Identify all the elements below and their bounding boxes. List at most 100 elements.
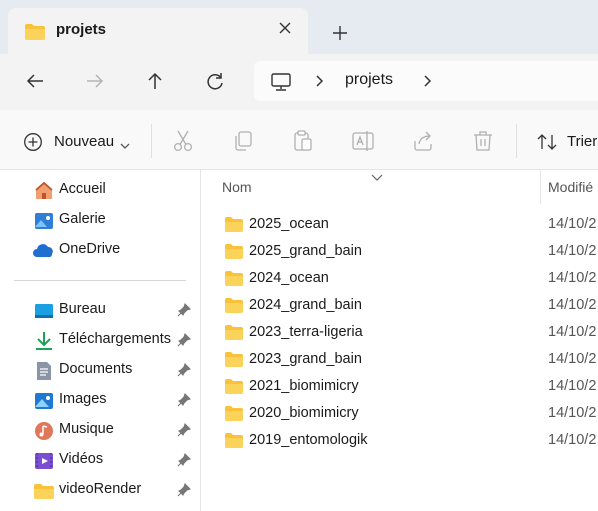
folder-icon (224, 405, 244, 427)
file-name: 2023_grand_bain (249, 351, 362, 367)
pin-icon[interactable] (177, 332, 192, 351)
sidebar-label: Musique (59, 421, 114, 437)
refresh-button[interactable] (200, 66, 230, 96)
file-row[interactable]: 2021_biomimicry 14/10/2 (201, 373, 598, 400)
file-name: 2020_biomimicry (249, 405, 359, 421)
sort-down-icon (370, 171, 384, 187)
file-name: 2023_terra-ligeria (249, 324, 363, 340)
file-date: 14/10/2 (548, 270, 597, 286)
toolbar-divider (151, 124, 152, 158)
folder-icon (224, 351, 244, 373)
toolbar-divider (516, 124, 517, 158)
address-bar[interactable]: projets (254, 61, 598, 101)
sidebar-label: Documents (59, 361, 133, 377)
sidebar-label: Accueil (59, 181, 106, 197)
new-button-label: Nouveau (54, 133, 115, 150)
file-row[interactable]: 2023_terra-ligeria 14/10/2 (201, 319, 598, 346)
chevron-right-icon[interactable] (314, 73, 326, 93)
navigation-pane: Accueil Galerie OneDrive Bureau Téléchar… (0, 170, 200, 511)
sidebar-item-accueil[interactable]: Accueil (0, 175, 200, 205)
column-header-row: Nom Modifié (201, 170, 598, 204)
cut-icon[interactable] (170, 128, 196, 154)
copy-icon[interactable] (230, 128, 256, 154)
file-name: 2019_entomologik (249, 432, 368, 448)
folder-icon (224, 243, 244, 265)
share-icon[interactable] (410, 128, 436, 154)
sidebar-item-galerie[interactable]: Galerie (0, 205, 200, 235)
file-row[interactable]: 2020_biomimicry 14/10/2 (201, 400, 598, 427)
breadcrumb-projets[interactable]: projets (345, 71, 393, 89)
address-row: projets (0, 54, 598, 110)
chevron-right-icon[interactable] (422, 73, 434, 93)
file-name: 2025_ocean (249, 216, 329, 232)
sidebar-label: Galerie (59, 211, 106, 227)
videos-icon (33, 450, 55, 472)
delete-icon[interactable] (470, 128, 496, 154)
file-date: 14/10/2 (548, 297, 597, 313)
rename-icon[interactable] (350, 128, 376, 154)
file-row[interactable]: 2025_ocean 14/10/2 (201, 211, 598, 238)
pin-icon[interactable] (177, 422, 192, 441)
sidebar-label: Téléchargements (59, 331, 172, 347)
file-row[interactable]: 2025_grand_bain 14/10/2 (201, 238, 598, 265)
pin-icon[interactable] (177, 482, 192, 501)
sidebar-item-documents[interactable]: Documents (0, 355, 200, 385)
back-button[interactable] (20, 66, 50, 96)
onedrive-icon (33, 240, 55, 262)
tab-strip: projets (0, 0, 598, 62)
up-button[interactable] (140, 66, 170, 96)
column-header-modified[interactable]: Modifié (548, 179, 593, 195)
file-date: 14/10/2 (548, 405, 597, 421)
sidebar-item-onedrive[interactable]: OneDrive (0, 235, 200, 265)
plus-circle-icon (23, 132, 43, 156)
folder-icon (224, 432, 244, 454)
sidebar-label: Images (59, 391, 107, 407)
file-date: 14/10/2 (548, 432, 597, 448)
folder-icon (224, 324, 244, 346)
sort-button[interactable]: Trier (528, 124, 598, 160)
file-date: 14/10/2 (548, 378, 597, 394)
sidebar-item-images[interactable]: Images (0, 385, 200, 415)
file-row[interactable]: 2024_grand_bain 14/10/2 (201, 292, 598, 319)
file-date: 14/10/2 (548, 351, 597, 367)
column-header-name[interactable]: Nom (222, 179, 252, 195)
sidebar-item-telechargements[interactable]: Téléchargements (0, 325, 200, 355)
paste-icon[interactable] (290, 128, 316, 154)
file-date: 14/10/2 (548, 324, 597, 340)
new-button[interactable]: Nouveau (14, 124, 138, 160)
close-tab-icon[interactable] (273, 16, 297, 40)
sidebar-label: videoRender (59, 481, 142, 497)
file-name: 2025_grand_bain (249, 243, 362, 259)
pin-icon[interactable] (177, 302, 192, 321)
folder-icon (24, 23, 46, 45)
folder-icon (224, 378, 244, 400)
column-resize-handle[interactable] (540, 170, 541, 204)
folder-icon (224, 216, 244, 238)
sidebar-divider (14, 280, 186, 281)
this-pc-icon[interactable] (270, 72, 292, 96)
pin-icon[interactable] (177, 452, 192, 471)
folder-icon (33, 480, 55, 502)
pin-icon[interactable] (177, 362, 192, 381)
home-icon (33, 180, 55, 202)
sidebar-item-musique[interactable]: Musique (0, 415, 200, 445)
file-row[interactable]: 2019_entomologik 14/10/2 (201, 427, 598, 454)
pin-icon[interactable] (177, 392, 192, 411)
sidebar-label: Bureau (59, 301, 106, 317)
sidebar-label: Vidéos (59, 451, 104, 467)
file-name: 2024_ocean (249, 270, 329, 286)
sidebar-item-bureau[interactable]: Bureau (0, 295, 200, 325)
forward-button[interactable] (80, 66, 110, 96)
file-date: 14/10/2 (548, 216, 597, 232)
file-name: 2024_grand_bain (249, 297, 362, 313)
music-icon (33, 420, 55, 442)
documents-icon (33, 360, 55, 382)
download-icon (33, 330, 55, 352)
file-row[interactable]: 2024_ocean 14/10/2 (201, 265, 598, 292)
folder-icon (224, 270, 244, 292)
new-tab-button[interactable] (325, 18, 355, 48)
file-date: 14/10/2 (548, 243, 597, 259)
file-row[interactable]: 2023_grand_bain 14/10/2 (201, 346, 598, 373)
sidebar-item-videos[interactable]: Vidéos (0, 445, 200, 475)
sidebar-item-videorender[interactable]: videoRender (0, 475, 200, 505)
